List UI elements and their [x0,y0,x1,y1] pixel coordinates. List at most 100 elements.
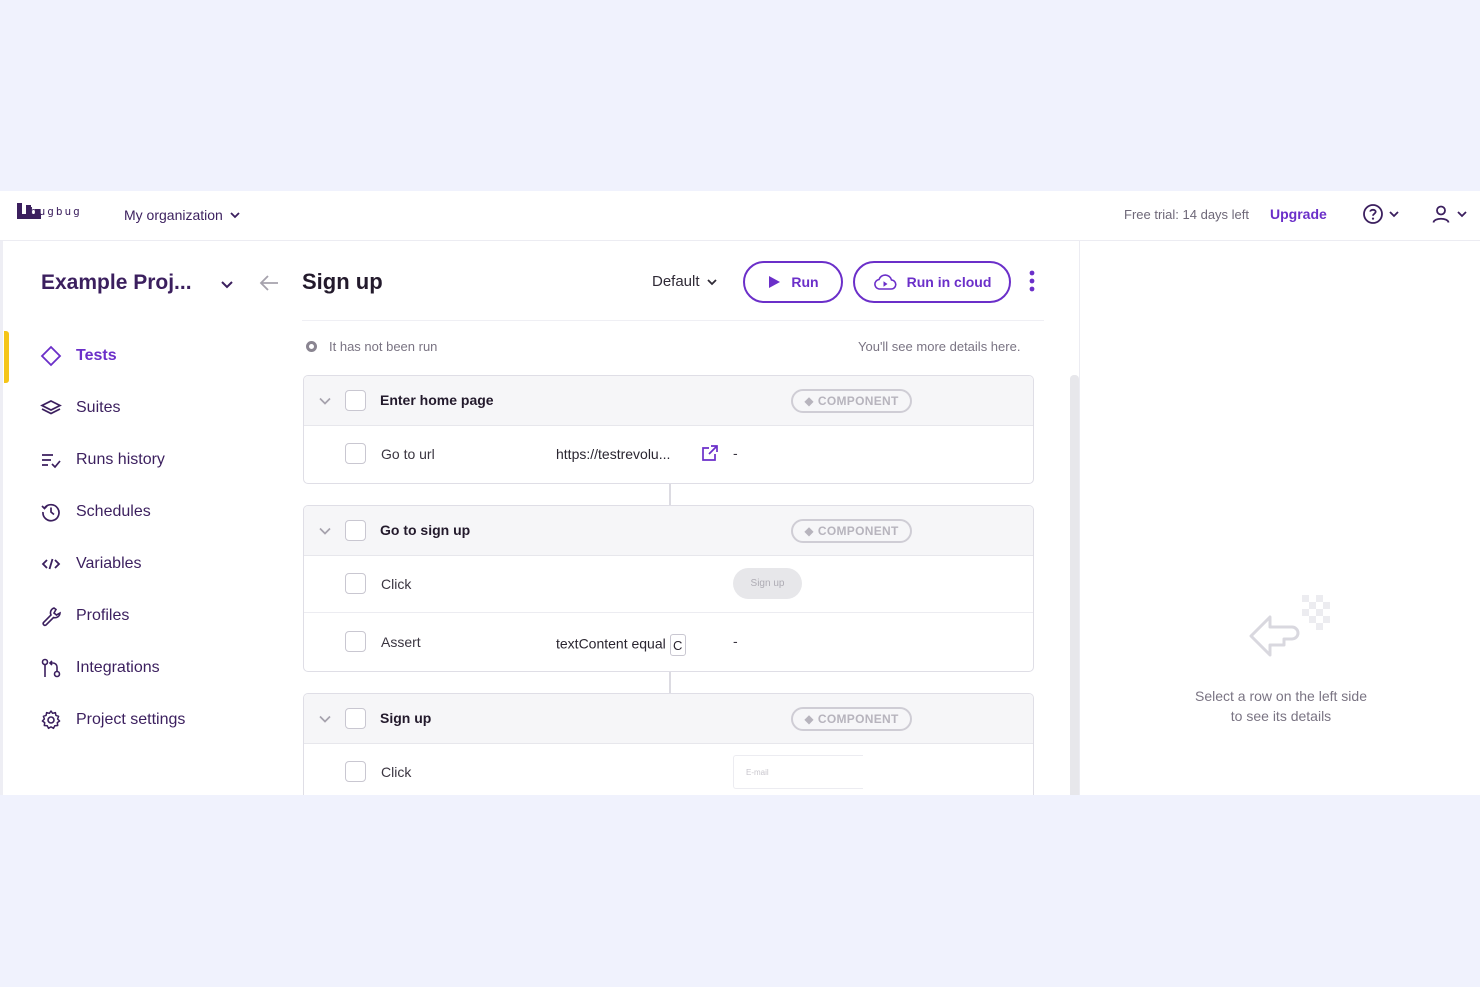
run-in-cloud-button[interactable]: Run in cloud [853,261,1011,303]
chevron-down-icon [1457,211,1467,218]
step-action: Click [381,576,412,592]
scrollbar[interactable] [1070,375,1079,795]
cloud-play-icon [873,274,897,290]
chevron-down-icon [1389,211,1399,218]
sidebar-item-label: Suites [76,399,121,416]
gear-icon [41,710,61,730]
run-status: It has not been run [306,339,437,354]
element-preview-label: Sign up [750,578,785,589]
project-chevron-down-icon[interactable] [219,277,235,293]
group-checkbox[interactable] [345,520,366,541]
more-options-icon[interactable] [1024,269,1040,293]
assertion-value: textContent equal C [556,634,686,656]
list-check-icon [42,454,61,469]
arrow-left-icon[interactable] [258,273,280,293]
component-group-go-to-sign-up: Go to sign up ◆ COMPONENT Click Sign up … [303,505,1034,672]
group-checkbox[interactable] [345,390,366,411]
step-row[interactable]: Assert textContent equal C - [304,614,1033,671]
code-icon [41,558,61,570]
step-checkbox[interactable] [345,443,366,464]
active-indicator [4,331,9,383]
chevron-down-icon[interactable] [318,524,332,538]
sidebar-item-integrations[interactable]: Integrations [40,653,160,683]
chevron-down-icon[interactable] [318,394,332,408]
pointer-arrow-icon [1249,595,1330,657]
component-group-enter-home-page: Enter home page ◆ COMPONENT Go to url ht… [303,375,1034,484]
upgrade-link[interactable]: Upgrade [1270,206,1327,222]
assertion-expected-box: C [669,634,686,656]
logo-text: bugbug [30,205,82,218]
group-header[interactable]: Enter home page ◆ COMPONENT [304,376,1033,426]
sidebar-item-schedules[interactable]: Schedules [40,497,151,527]
component-diamond-icon: ◆ [804,712,814,726]
sidebar-item-profiles[interactable]: Profiles [40,601,129,631]
step-action: Go to url [381,446,435,462]
organization-label: My organization [124,207,223,223]
step-checkbox[interactable] [345,761,366,782]
element-preview: Sign up [733,568,802,599]
step-row[interactable]: Go to url https://testrevolu... - [304,426,1033,483]
help-menu[interactable] [1362,203,1400,225]
run-button[interactable]: Run [743,261,843,303]
sidebar-item-label: Runs history [76,451,165,468]
assertion-text: textContent equal [556,635,666,652]
component-badge-label: COMPONENT [817,394,899,408]
organization-dropdown[interactable]: My organization [124,207,241,223]
diamond-icon [40,345,62,367]
step-action: Click [381,764,412,780]
group-checkbox[interactable] [345,708,366,729]
element-preview-label: E-mail [746,768,769,777]
project-name[interactable]: Example Proj... [41,271,192,295]
user-icon [1432,205,1450,223]
sidebar-item-suites[interactable]: Suites [40,393,120,423]
history-clock-icon [41,503,60,522]
chevron-down-icon[interactable] [318,712,332,726]
empty-state-line-1: Select a row on the left side [1195,688,1367,704]
sidebar-item-variables[interactable]: Variables [40,549,142,579]
group-name: Sign up [380,710,432,726]
wrench-icon [42,607,61,627]
group-header[interactable]: Sign up ◆ COMPONENT [304,694,1033,744]
sidebar-item-project-settings[interactable]: Project settings [40,705,185,735]
help-circle-icon [1363,204,1383,224]
step-row[interactable]: Click E-mail [304,744,1033,795]
group-name: Go to sign up [380,522,471,538]
sidebar-item-label: Project settings [76,711,186,728]
panel-divider [1079,241,1080,795]
chevron-down-icon [706,278,717,285]
component-badge-label: COMPONENT [817,524,899,538]
play-icon [769,276,781,288]
element-preview-email: E-mail [733,755,863,789]
group-name: Enter home page [380,392,494,408]
step-url-value: https://testrevolu... [556,446,671,462]
step-row[interactable]: Click Sign up [304,556,1033,613]
component-badge: ◆ COMPONENT [791,389,912,413]
status-text: It has not been run [329,339,438,354]
git-merge-icon [41,658,61,678]
page-title: Sign up [302,269,383,294]
status-dot-icon [306,341,317,352]
component-badge: ◆ COMPONENT [791,707,912,731]
app-window: bugbug My organization Free trial: 14 da… [0,191,1480,795]
step-dash: - [733,445,738,461]
user-menu[interactable] [1430,203,1468,225]
chevron-down-icon [230,212,240,219]
header-divider [302,320,1044,321]
sidebar-item-label: Profiles [76,607,130,624]
sidebar-item-tests[interactable]: Tests [40,341,117,371]
component-badge: ◆ COMPONENT [791,519,912,543]
external-link-icon[interactable] [701,444,719,462]
step-checkbox[interactable] [345,573,366,594]
step-checkbox[interactable] [345,631,366,652]
sidebar-item-label: Variables [76,555,142,572]
component-group-sign-up: Sign up ◆ COMPONENT Click E-mail [303,693,1034,795]
top-bar: bugbug My organization Free trial: 14 da… [0,191,1480,241]
component-diamond-icon: ◆ [804,524,814,538]
environment-dropdown[interactable]: Default [652,273,718,290]
empty-state-line-2: to see its details [1230,708,1332,724]
sidebar-item-runs-history[interactable]: Runs history [40,445,165,475]
sidebar-item-label: Tests [76,347,117,364]
step-dash: - [733,633,738,649]
group-header[interactable]: Go to sign up ◆ COMPONENT [304,506,1033,556]
component-badge-label: COMPONENT [817,712,899,726]
